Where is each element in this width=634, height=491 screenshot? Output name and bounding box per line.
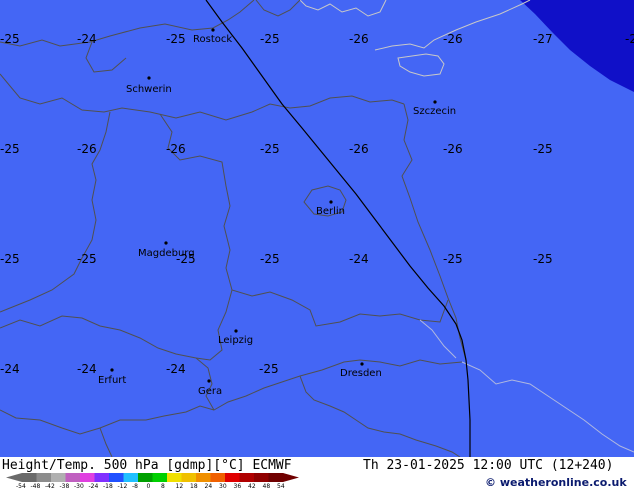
colorbar-segment [181, 473, 197, 482]
colorbar-segment [167, 473, 182, 482]
colorbar-segment [196, 473, 211, 482]
map-footer: Height/Temp. 500 hPa [gdmp][°C] ECMWF Th… [0, 457, 634, 490]
weather-map: -25 -24 -25 -25 -26 -26 -27 -25 -25 -26 -26 -25 -26 -… [0, 0, 634, 457]
isotherm-label: -25 [443, 252, 463, 266]
colorbar-tick-label: 0 [146, 483, 151, 490]
colorbar-segment [36, 473, 52, 482]
temperature-field [0, 0, 634, 457]
colorbar-tick-label: -54 [16, 483, 26, 490]
forecast-datetime: Th 23-01-2025 12:00 UTC (12+240) [363, 458, 614, 473]
isotherm-label: -27 [533, 32, 553, 46]
colorbar-segment [239, 473, 255, 482]
isotherm-label: -25 [533, 252, 553, 266]
isotherm-label: -25 [0, 32, 20, 46]
isotherm-label: -26 [443, 142, 463, 156]
colorbar-tick-label: 8 [161, 483, 165, 490]
colorbar-segment [210, 473, 226, 482]
city-label: Magdeburg [138, 248, 195, 259]
isotherm-label: -25 [259, 362, 279, 376]
colorbar-tick-label: -30 [74, 483, 84, 490]
colorbar-segment [94, 473, 110, 482]
city-dot-icon [360, 362, 364, 366]
colorbar-segment [65, 473, 81, 482]
isotherm-label: -25 [625, 32, 634, 46]
colorbar-tick-label: 48 [262, 483, 271, 490]
colorbar-tick-label: -18 [103, 483, 113, 490]
city-dot-icon [211, 28, 215, 32]
site-credit[interactable]: © weatheronline.co.uk [485, 476, 627, 489]
colorbar-segment [22, 473, 37, 482]
colorbar-tick-label: -12 [117, 483, 128, 490]
colorbar-tick-label: 42 [248, 483, 256, 490]
city-label: Gera [198, 386, 222, 397]
colorbar-segment [123, 473, 139, 482]
isotherm-label: -24 [77, 32, 97, 46]
isotherm-label: -25 [166, 32, 186, 46]
isotherm-label: -25 [77, 252, 97, 266]
colorbar-tick-label: -38 [59, 483, 70, 490]
colorbar-segment [152, 473, 168, 482]
city-label: Leipzig [218, 335, 253, 346]
city-label: Erfurt [98, 375, 126, 386]
city-dot-icon [433, 100, 437, 104]
city-label: Szczecin [413, 106, 456, 117]
colorbar-low-arrow-icon [6, 473, 22, 482]
colorbar-segment [80, 473, 95, 482]
colorbar-tick-label: -8 [132, 483, 138, 490]
isotherm-label: -25 [260, 142, 280, 156]
city-label: Rostock [193, 34, 232, 45]
colorbar-tick-label: 12 [175, 483, 184, 490]
isotherm-label: -25 [533, 142, 553, 156]
colorbar-segment [225, 473, 240, 482]
isotherm-label: -25 [0, 252, 20, 266]
map-title: Height/Temp. 500 hPa [gdmp][°C] ECMWF [2, 458, 292, 473]
isotherm-label: -25 [260, 252, 280, 266]
city-dot-icon [329, 200, 333, 204]
colorbar-segment [268, 473, 284, 482]
city-label: Schwerin [126, 84, 172, 95]
colorbar-tick-label: 36 [233, 483, 242, 490]
colorbar-tick-label: 30 [219, 483, 227, 490]
isotherm-label: -26 [349, 142, 369, 156]
city-label: Berlin [316, 206, 345, 217]
isotherm-label: -24 [349, 252, 369, 266]
colorbar-tick-label: 24 [204, 483, 213, 490]
colorbar-segment [138, 473, 153, 482]
isotherm-label: -25 [0, 142, 20, 156]
colorbar-tick-label: -48 [30, 483, 41, 490]
isotherm-label: -24 [77, 362, 97, 376]
city-dot-icon [147, 76, 151, 80]
isotherm-label: -26 [349, 32, 369, 46]
city-dot-icon [207, 379, 211, 383]
colorbar-tick-label: 54 [277, 483, 285, 490]
city-label: Dresden [340, 368, 382, 379]
colorbar-segment [254, 473, 269, 482]
isotherm-label: -26 [166, 142, 186, 156]
isotherm-label: -26 [443, 32, 463, 46]
isotherm-label: -24 [0, 362, 20, 376]
city-dot-icon [110, 368, 114, 372]
isotherm-label: -26 [77, 142, 97, 156]
isotherm-label: -25 [260, 32, 280, 46]
colorbar-tick-label: -42 [45, 483, 55, 490]
city-dot-icon [164, 241, 168, 245]
colorbar-tick-label: 18 [190, 483, 198, 490]
colorbar-segment [51, 473, 66, 482]
colorbar-segment [109, 473, 124, 482]
city-dot-icon [234, 329, 238, 333]
isotherm-label: -24 [166, 362, 186, 376]
colorbar-high-arrow-icon [283, 473, 299, 482]
colorbar-tick-label: -24 [88, 483, 99, 490]
